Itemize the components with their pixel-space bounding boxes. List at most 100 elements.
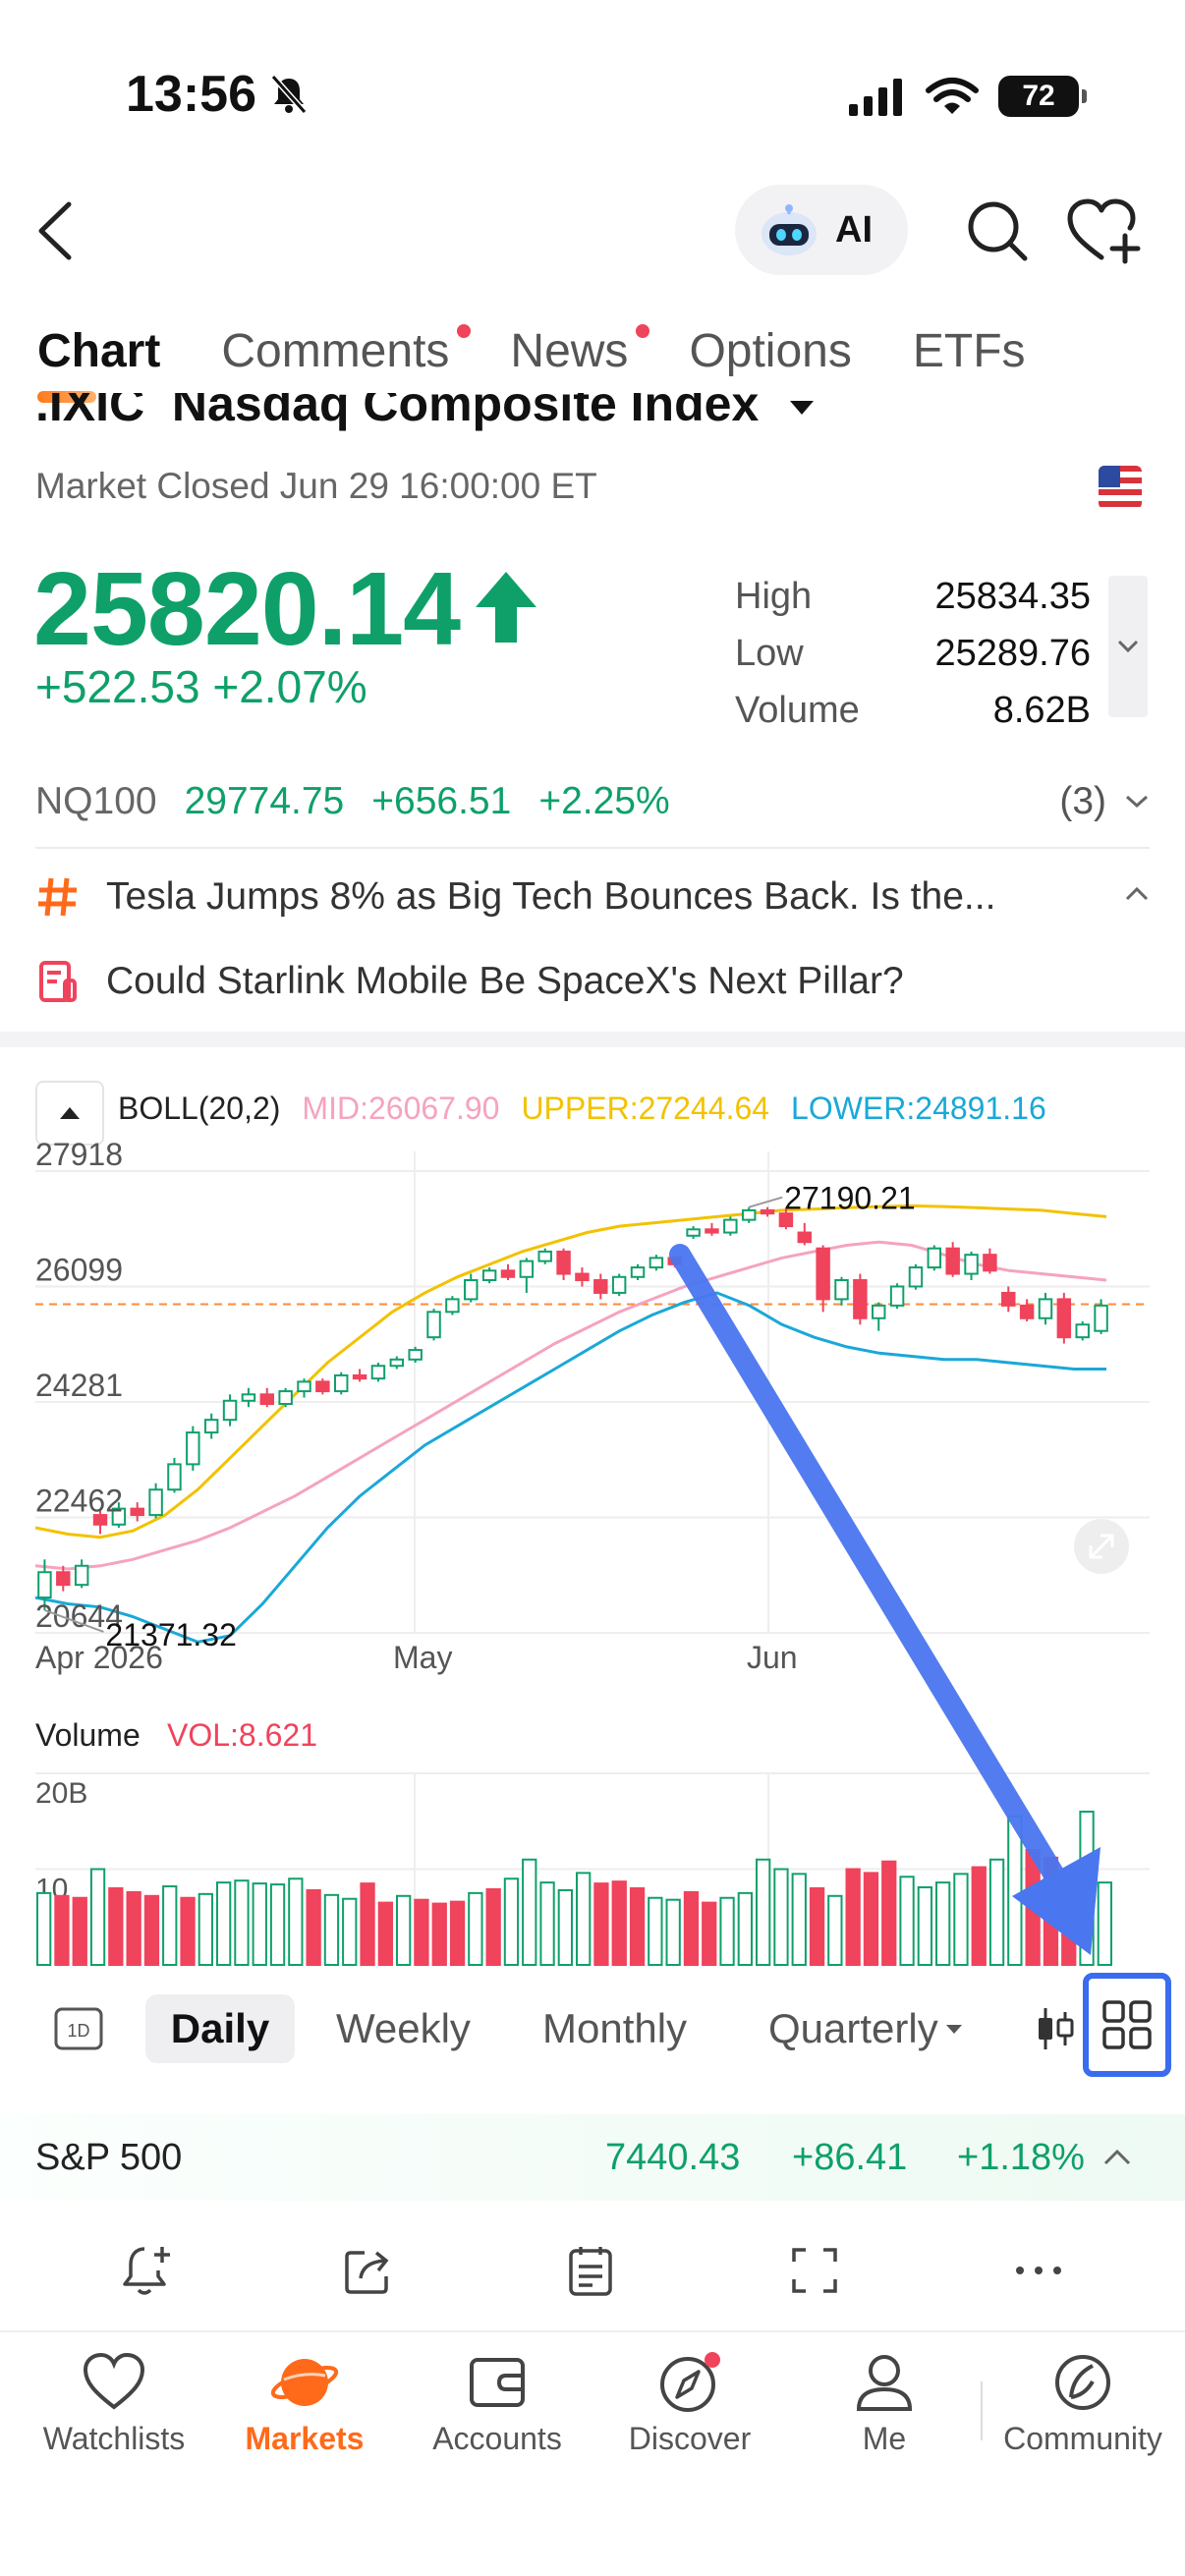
candle-body — [186, 1431, 200, 1466]
intraday-1d-button[interactable]: 1D — [53, 1994, 104, 2063]
price-chart[interactable]: 2791826099242812246220644Apr 2026 May Jun2… — [0, 1140, 1185, 1985]
candle-body — [445, 1298, 460, 1314]
price-alert-button[interactable] — [112, 2236, 181, 2305]
volume-value: VOL:8.621 — [167, 1717, 317, 1753]
indicator-lower: LOWER:24891.16 — [791, 1091, 1046, 1126]
candle-body — [686, 1228, 701, 1237]
chevron-down-icon — [1117, 640, 1139, 653]
candle-body — [74, 1564, 89, 1587]
bottom-navigation: Watchlists Markets Accounts Discover Me — [0, 2330, 1185, 2576]
candle-body — [556, 1250, 571, 1275]
high-annotation: 27190.21 — [784, 1181, 915, 1216]
candle-body — [130, 1507, 144, 1517]
tab-options[interactable]: Options — [689, 324, 851, 393]
candle-body — [945, 1247, 960, 1275]
news-item[interactable]: Tesla Jumps 8% as Big Tech Bounces Back.… — [35, 863, 1150, 931]
candle-body — [203, 1419, 219, 1434]
candle-body — [927, 1247, 942, 1269]
symbol-selector[interactable]: .IXIC Nasdaq Composite Index — [35, 393, 920, 452]
related-more[interactable]: (3) — [1059, 772, 1150, 831]
candle-body — [1001, 1291, 1016, 1307]
volume-bar — [522, 1858, 537, 1966]
chart-type-button[interactable] — [1034, 1994, 1077, 2063]
related-index-row[interactable]: NQ100 29774.75 +656.51 +2.25% (3) — [35, 772, 1150, 831]
add-to-watchlist-icon[interactable] — [1066, 196, 1145, 265]
tab-etfs[interactable]: ETFs — [913, 324, 1026, 393]
grid-icon — [1102, 2000, 1152, 2049]
period-daily[interactable]: Daily — [145, 1994, 295, 2063]
nav-discover[interactable]: Discover — [592, 2352, 788, 2457]
chart-layout-grid-button[interactable] — [1083, 1973, 1171, 2077]
tab-chart[interactable]: Chart — [37, 324, 160, 403]
indicator-mid: MID:26067.90 — [302, 1091, 500, 1126]
indicator-toggle-button[interactable] — [35, 1081, 104, 1146]
stat-high: High 25834.35 — [735, 575, 1091, 617]
candle-body — [816, 1247, 830, 1301]
nav-accounts[interactable]: Accounts — [399, 2352, 595, 2457]
volume-bar — [485, 1887, 501, 1966]
indicator-values: BOLL(20,2) MID:26067.90 UPPER:27244.64 L… — [118, 1091, 1046, 1127]
back-icon[interactable] — [29, 196, 88, 265]
share-button[interactable] — [334, 2236, 403, 2305]
volume-bar — [126, 1890, 141, 1967]
period-monthly[interactable]: Monthly — [542, 1994, 687, 2063]
indicator-name: BOLL(20,2) — [118, 1091, 281, 1126]
low-annotation: 21371.32 — [105, 1617, 236, 1652]
candle-body — [464, 1279, 479, 1301]
nav-me[interactable]: Me — [786, 2352, 983, 2457]
fullscreen-button[interactable] — [780, 2236, 849, 2305]
stat-low: Low 25289.76 — [735, 632, 1091, 674]
stats-expand-button[interactable] — [1108, 576, 1148, 717]
candle-body — [630, 1266, 646, 1278]
compass-icon — [660, 2352, 720, 2412]
news-headline: Could Starlink Mobile Be SpaceX's Next P… — [106, 960, 904, 1002]
action-toolbar — [0, 2218, 1185, 2326]
ai-label: AI — [835, 208, 873, 251]
news-item[interactable]: Could Starlink Mobile Be SpaceX's Next P… — [35, 947, 1150, 1016]
nav-watchlists[interactable]: Watchlists — [16, 2352, 212, 2457]
volume-bar — [431, 1902, 447, 1966]
candle-body — [1038, 1298, 1053, 1319]
candle-body — [964, 1254, 979, 1275]
news-headline: Tesla Jumps 8% as Big Tech Bounces Back.… — [106, 875, 996, 918]
sp500-name: S&P 500 — [35, 2136, 183, 2178]
chevron-up-icon[interactable] — [1124, 886, 1150, 902]
boll-lower-line — [34, 1291, 1106, 1644]
candle-body — [297, 1380, 311, 1393]
volume-bar — [54, 1894, 70, 1966]
volume-bar — [791, 1873, 807, 1966]
nav-markets[interactable]: Markets — [206, 2352, 403, 2457]
price-change: +522.53 +2.07% — [35, 661, 367, 712]
volume-bar — [306, 1888, 321, 1967]
y-tick-label: 27918 — [35, 1140, 123, 1172]
candle-body — [871, 1304, 886, 1319]
chevron-up-icon[interactable] — [1102, 2149, 1132, 2166]
volume-bar — [539, 1881, 555, 1967]
tab-news[interactable]: News — [510, 324, 650, 393]
candle-body — [408, 1349, 423, 1361]
related-price: 29774.75 — [184, 780, 345, 822]
candle-body — [908, 1266, 924, 1288]
detail-tabs: Chart Comments News Options ETFs — [37, 324, 1087, 403]
x-tick-label: May — [393, 1640, 452, 1675]
nav-community[interactable]: Community — [985, 2352, 1181, 2457]
sp500-price: 7440.43 — [605, 2136, 741, 2178]
volume-bar — [827, 1894, 843, 1966]
period-weekly[interactable]: Weekly — [336, 1994, 471, 2063]
search-icon[interactable] — [963, 196, 1032, 265]
volume-bar — [72, 1896, 87, 1966]
volume-bar — [36, 1891, 52, 1966]
volume-bar — [881, 1860, 897, 1967]
notes-button[interactable] — [556, 2236, 625, 2305]
more-button[interactable] — [1004, 2236, 1073, 2305]
period-selector: 1D Daily Weekly Monthly Quarterly — [0, 1985, 1185, 2073]
candle-body — [426, 1311, 441, 1339]
ai-assistant-button[interactable]: AI — [735, 185, 908, 275]
candle-body — [834, 1279, 849, 1301]
period-quarterly[interactable]: Quarterly — [768, 1994, 964, 2063]
volume-bar — [683, 1890, 700, 1967]
sp500-ticker-row[interactable]: S&P 500 7440.43 +86.41 +1.18% — [0, 2114, 1185, 2201]
volume-bar — [648, 1896, 663, 1966]
tab-comments[interactable]: Comments — [221, 324, 472, 393]
candle-body — [481, 1269, 497, 1282]
